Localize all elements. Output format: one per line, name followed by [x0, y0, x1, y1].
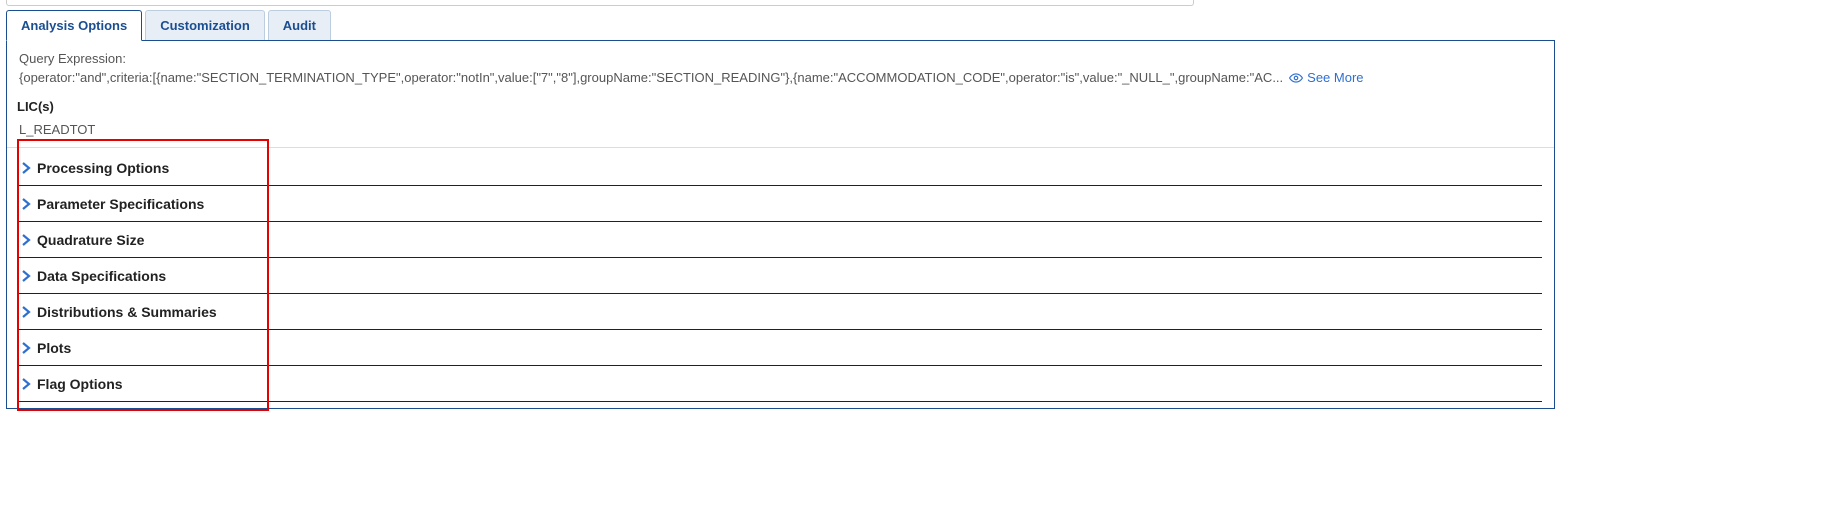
chevron-right-icon: [21, 234, 31, 246]
chevron-right-icon: [21, 378, 31, 390]
section-label: Distributions & Summaries: [37, 304, 217, 320]
chevron-right-icon: [21, 198, 31, 210]
analysis-options-panel: Query Expression: {operator:"and",criter…: [6, 40, 1555, 409]
query-expression-text: {operator:"and",criteria:[{name:"SECTION…: [19, 70, 1283, 85]
chevron-right-icon: [21, 162, 31, 174]
section-label: Flag Options: [37, 376, 123, 392]
chevron-right-icon: [21, 342, 31, 354]
lic-label: LIC(s): [17, 99, 1542, 114]
section-data-specifications[interactable]: Data Specifications: [19, 258, 1542, 294]
chevron-right-icon: [21, 270, 31, 282]
section-parameter-specifications[interactable]: Parameter Specifications: [19, 186, 1542, 222]
section-label: Quadrature Size: [37, 232, 144, 248]
section-label: Parameter Specifications: [37, 196, 204, 212]
eye-icon: [1289, 71, 1303, 85]
section-label: Plots: [37, 340, 71, 356]
see-more-link[interactable]: See More: [1289, 70, 1363, 85]
accordion: Processing Options Parameter Specificati…: [19, 150, 1542, 402]
section-quadrature-size[interactable]: Quadrature Size: [19, 222, 1542, 258]
section-processing-options[interactable]: Processing Options: [19, 150, 1542, 186]
lic-value: L_READTOT: [19, 122, 1542, 137]
tab-analysis-options[interactable]: Analysis Options: [6, 10, 142, 41]
query-expression-label: Query Expression:: [19, 51, 1542, 66]
tab-audit[interactable]: Audit: [268, 10, 331, 41]
section-distributions-summaries[interactable]: Distributions & Summaries: [19, 294, 1542, 330]
section-label: Processing Options: [37, 160, 169, 176]
section-label: Data Specifications: [37, 268, 166, 284]
separator: [7, 147, 1554, 148]
top-panel-border: [6, 0, 1194, 6]
tab-bar: Analysis Options Customization Audit: [6, 10, 1835, 41]
see-more-label: See More: [1307, 70, 1363, 85]
chevron-right-icon: [21, 306, 31, 318]
section-plots[interactable]: Plots: [19, 330, 1542, 366]
section-flag-options[interactable]: Flag Options: [19, 366, 1542, 402]
tab-customization[interactable]: Customization: [145, 10, 265, 41]
